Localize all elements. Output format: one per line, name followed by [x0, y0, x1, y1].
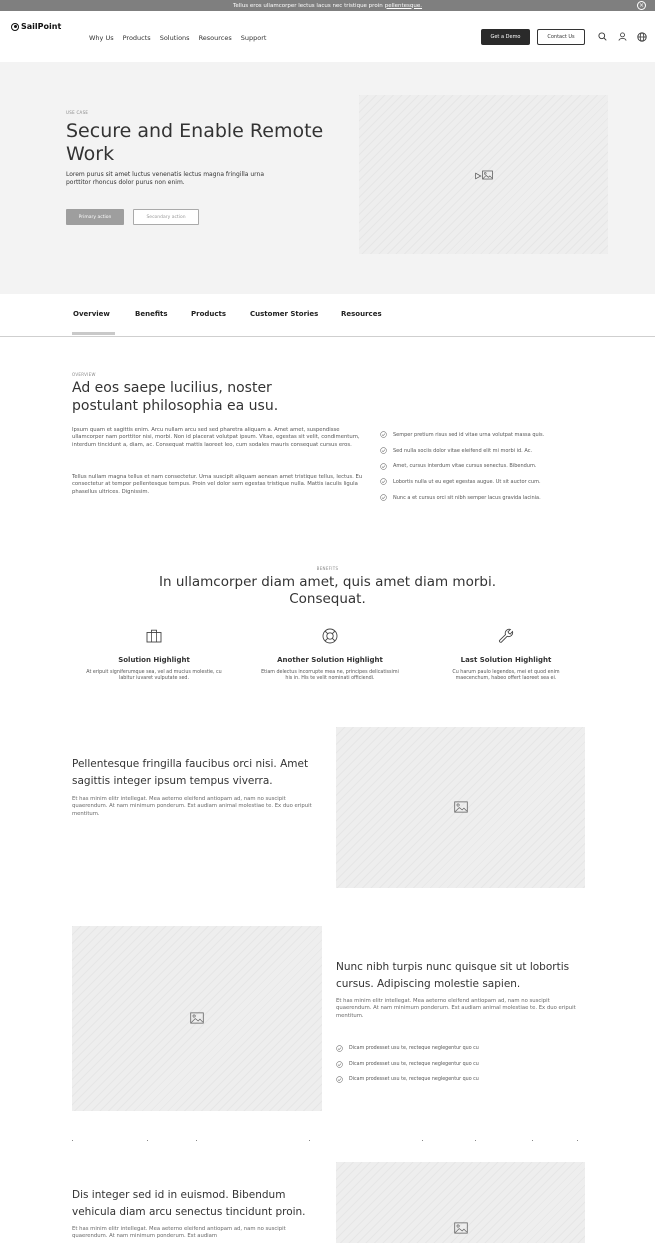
feature-card: Solution Highlight At eripuit signiferum… [84, 628, 224, 683]
check-circle-icon [336, 1076, 343, 1083]
check-circle-icon [336, 1061, 343, 1068]
overview-eyebrow: OVERVIEW [72, 372, 96, 377]
play-icon[interactable] [474, 165, 482, 184]
check-circle-icon [380, 478, 387, 486]
list-item: Lobortis nulla ut eu eget egestas augue.… [380, 474, 605, 490]
section-tabs: Overview Benefits Products Customer Stor… [0, 294, 655, 337]
check-text: Nunc a et cursus orci sit nibh semper la… [393, 494, 541, 501]
list-item: Amet, cursus interdum vitae cursus senec… [380, 458, 605, 474]
tab-resources[interactable]: Resources [341, 310, 382, 318]
feature-text: At eripuit signiferumque sea, vel ad muc… [86, 670, 222, 682]
split-2-check-list: Dicam prodesset usu te, recteque neglege… [336, 1041, 586, 1088]
close-icon[interactable]: × [637, 1, 646, 10]
split-1-image-placeholder [336, 727, 585, 888]
check-text: Lobortis nulla ut eu eget egestas augue.… [393, 478, 541, 485]
overview-title: Ad eos saepe lucilius, noster postulant … [72, 380, 279, 414]
hero-media-placeholder[interactable] [359, 95, 608, 254]
nav-item-solutions[interactable]: Solutions [160, 34, 190, 42]
overview-check-list: Semper pretium risus sed id vitae urna v… [380, 427, 605, 505]
feature-text: Cu harum paulo legendos, mei et quod eni… [452, 670, 560, 682]
check-text: Dicam prodesset usu te, recteque neglege… [349, 1061, 479, 1067]
split-3-image-placeholder [336, 1162, 585, 1243]
benefits-eyebrow: BENEFITS [316, 566, 339, 571]
hero-title: Secure and Enable Remote Work [66, 120, 324, 165]
logo[interactable]: SailPoint [11, 22, 61, 31]
feature-card: Another Solution Highlight Etiam delectu… [260, 628, 400, 683]
split-1-text: Et has minim elitr intellegat. Mea aeter… [72, 796, 312, 817]
get-demo-button[interactable]: Get a Demo [481, 29, 530, 45]
hero-description: Lorem purus sit amet luctus venenatis le… [66, 171, 264, 186]
check-circle-icon [380, 447, 387, 454]
wrench-icon [436, 628, 576, 644]
tab-benefits[interactable]: Benefits [135, 310, 168, 318]
list-item: Nunc a et cursus orci sit nibh semper la… [380, 490, 605, 506]
overview-paragraph-2: Tellus nullam magna tellus et nam consec… [72, 474, 363, 495]
image-icon [453, 1219, 468, 1238]
lifebuoy-icon [260, 628, 400, 644]
split-2-image-placeholder [72, 926, 322, 1111]
list-item: Dicam prodesset usu te, recteque neglege… [336, 1057, 586, 1073]
feature-card: Last Solution Highlight Cu harum paulo l… [436, 628, 576, 683]
hero-section: USE CASE Secure and Enable Remote Work L… [0, 62, 655, 294]
feature-title: Another Solution Highlight [277, 656, 383, 664]
check-text: Dicam prodesset usu te, recteque neglege… [349, 1077, 479, 1083]
nav-item-why-us[interactable]: Why Us [89, 34, 114, 42]
check-circle-icon [380, 462, 387, 470]
check-circle-icon [380, 494, 387, 501]
nav-item-products[interactable]: Products [123, 34, 151, 42]
check-circle-icon [336, 1045, 343, 1052]
active-tab-indicator [72, 332, 115, 335]
contact-us-button[interactable]: Contact Us [537, 29, 585, 45]
nav-item-support[interactable]: Support [241, 34, 267, 42]
image-icon [482, 165, 493, 184]
check-text: Sed nulla sociis dolor vitae eleifend el… [393, 447, 533, 454]
tab-products[interactable]: Products [191, 310, 226, 318]
main-menu: Why Us Products Solutions Resources Supp… [89, 34, 266, 42]
list-item: Dicam prodesset usu te, recteque neglege… [336, 1072, 586, 1088]
announcement-banner: Tellus eros ullamcorper lectus lacus nec… [0, 0, 655, 11]
logo-mark-icon [11, 22, 19, 31]
split-3-title: Dis integer sed id in euismod. Bibendum … [72, 1189, 306, 1218]
banner-text: Tellus eros ullamcorper lectus lacus nec… [232, 2, 383, 9]
hero-eyebrow: USE CASE [66, 110, 89, 115]
check-text: Amet, cursus interdum vitae cursus senec… [393, 463, 537, 470]
section-divider [72, 1140, 585, 1142]
list-item: Sed nulla sociis dolor vitae eleifend el… [380, 443, 605, 459]
feature-text: Etiam delectus incorrupte mea ne, princi… [261, 670, 399, 682]
search-icon[interactable] [597, 31, 608, 42]
logo-text: SailPoint [21, 22, 62, 31]
banner-link[interactable]: pellentesque. [385, 3, 422, 9]
check-circle-icon [380, 431, 387, 439]
user-icon[interactable] [617, 31, 628, 42]
image-icon [190, 1009, 204, 1028]
split-2-title: Nunc nibh turpis nunc quisque sit ut lob… [336, 961, 570, 990]
check-text: Semper pretium risus sed id vitae urna v… [393, 431, 545, 438]
split-1-title: Pellentesque fringilla faucibus orci nis… [72, 758, 309, 787]
feature-title: Solution Highlight [118, 656, 190, 664]
split-2-text: Et has minim elitr intellegat. Mea aeter… [336, 998, 576, 1019]
check-text: Dicam prodesset usu te, recteque neglege… [349, 1046, 479, 1052]
overview-paragraph-1: Ipsum quam et sagittis enim. Arcu nullam… [72, 427, 360, 448]
list-item: Dicam prodesset usu te, recteque neglege… [336, 1041, 586, 1057]
tab-overview[interactable]: Overview [73, 310, 110, 318]
globe-icon[interactable] [636, 31, 647, 42]
nav-item-resources[interactable]: Resources [199, 34, 232, 42]
benefits-title: In ullamcorper diam amet, quis amet diam… [158, 574, 497, 607]
briefcase-icon [84, 628, 224, 644]
image-icon [453, 798, 468, 817]
feature-title: Last Solution Highlight [460, 656, 552, 664]
split-3-text: Et has minim elitr intellegat. Mea aeter… [72, 1226, 286, 1240]
list-item: Semper pretium risus sed id vitae urna v… [380, 427, 605, 443]
primary-action-button[interactable]: Primary action [66, 209, 124, 225]
tab-customer-stories[interactable]: Customer Stories [250, 310, 318, 318]
secondary-action-button[interactable]: Secondary action [133, 209, 199, 225]
